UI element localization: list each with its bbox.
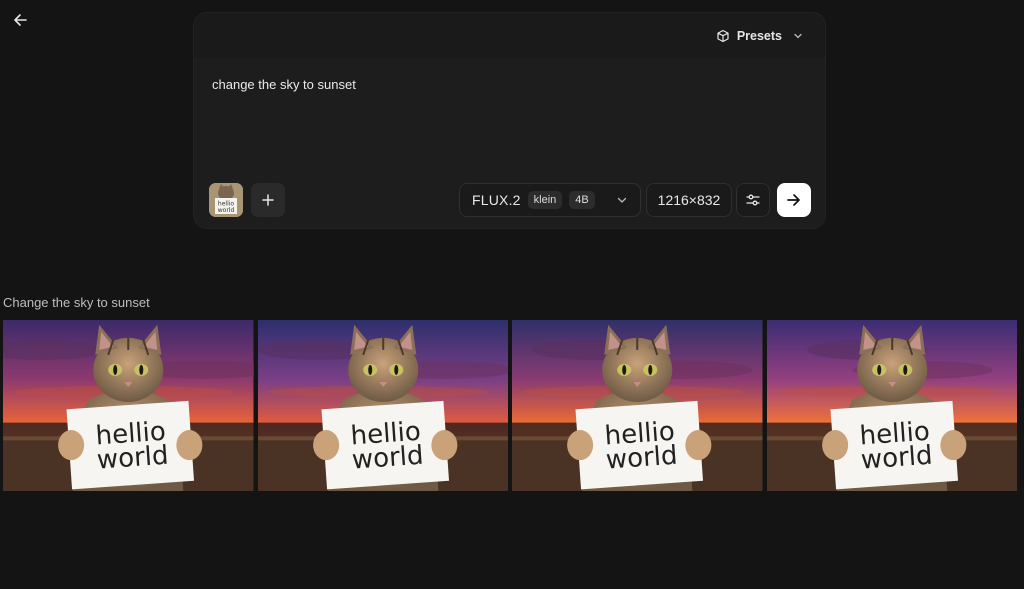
dimensions-button[interactable]: 1216×832 <box>646 183 732 217</box>
model-selector[interactable]: FLUX.2 klein 4B <box>459 183 641 217</box>
result-title: Change the sky to sunset <box>3 295 150 310</box>
cube-icon <box>717 29 729 43</box>
sign-text-line2: world <box>350 441 424 476</box>
result-image-3[interactable]: hellio world <box>512 320 763 491</box>
sign-text-line2: world <box>96 441 170 476</box>
prompt-composer: Presets hellio world FLUX.2 klein 4B 121… <box>193 12 826 229</box>
result-image-1[interactable]: hellio world <box>3 320 254 491</box>
arrow-left-icon <box>14 14 27 26</box>
arrow-right-icon <box>787 194 800 206</box>
thumbnail-sign-line2: world <box>218 207 235 214</box>
model-size-badge: 4B <box>569 191 595 209</box>
attached-image-thumbnail[interactable]: hellio world <box>209 183 243 217</box>
results-gallery: hellio world hellio world hellio world h… <box>3 320 1017 491</box>
chevron-down-icon <box>617 197 627 203</box>
presets-label: Presets <box>736 29 782 43</box>
back-button[interactable] <box>10 10 30 30</box>
settings-button[interactable] <box>736 183 770 217</box>
prompt-input[interactable] <box>212 76 802 176</box>
composer-header: Presets <box>194 13 825 58</box>
plus-icon <box>262 194 274 206</box>
sliders-icon <box>746 194 760 206</box>
result-image-2[interactable]: hellio world <box>257 320 508 491</box>
send-button[interactable] <box>777 183 811 217</box>
presets-dropdown[interactable]: Presets <box>716 25 803 47</box>
result-image-4[interactable]: hellio world <box>766 320 1017 491</box>
chevron-down-icon <box>794 33 802 39</box>
model-name: FLUX.2 <box>472 192 521 208</box>
sign-text-line2: world <box>859 441 933 476</box>
sign-text-line2: world <box>605 441 679 476</box>
model-variant-badge: klein <box>527 191 563 209</box>
add-image-button[interactable] <box>251 183 285 217</box>
